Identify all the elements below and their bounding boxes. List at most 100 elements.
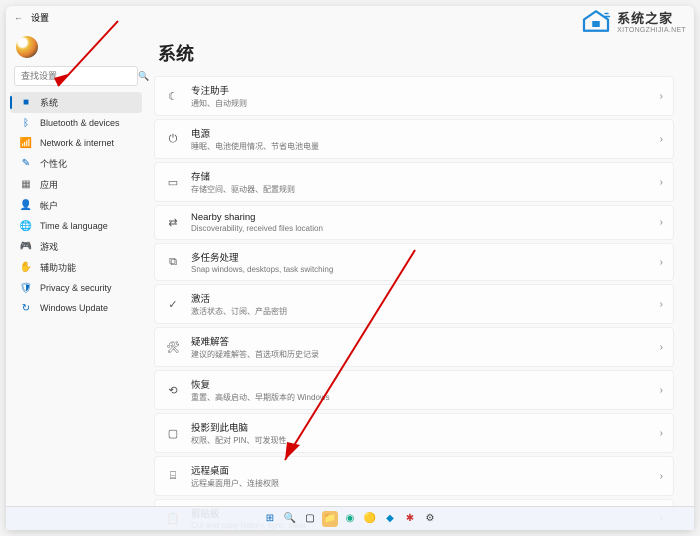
card-title: 存储 <box>191 169 660 183</box>
card-subtitle: 建议的疑难解答、首选项和历史记录 <box>191 349 660 360</box>
taskview-icon[interactable]: ▢ <box>302 511 318 527</box>
nav-label: Network & internet <box>40 138 114 148</box>
settings-card-9[interactable]: ⌸ 远程桌面远程桌面用户、连接权限› <box>154 456 674 496</box>
card-subtitle: 睡眠、电池使用情况、节省电池电量 <box>191 141 660 152</box>
card-icon: 🛠 <box>165 341 181 354</box>
card-title: 疑难解答 <box>191 334 660 348</box>
card-icon: ⟲ <box>165 384 181 397</box>
nav-icon: ᛒ <box>20 117 32 129</box>
page-title: 系统 <box>158 40 674 66</box>
settings-card-7[interactable]: ⟲恢复重置、高级启动、早期版本的 Windows› <box>154 370 674 410</box>
nav-label: 帐户 <box>40 199 58 212</box>
settings-list: ☾专注助手通知、自动规则›⏻电源睡眠、电池使用情况、节省电池电量›▭存储存储空间… <box>154 76 674 530</box>
card-title: 多任务处理 <box>191 250 660 264</box>
explorer-icon[interactable]: 📁 <box>322 511 338 527</box>
card-title: 投影到此电脑 <box>191 420 660 434</box>
nav-label: Time & language <box>40 221 108 231</box>
card-icon: ▢ <box>165 427 181 440</box>
nav-icon: 🎮 <box>20 241 32 253</box>
card-icon: ▭ <box>165 176 181 189</box>
chrome-icon[interactable]: 🟡 <box>362 511 378 527</box>
content: 🔍 ■ 系统 ᛒ Bluetooth & devices 📶 Network & inte… <box>6 28 694 530</box>
search-input[interactable] <box>21 71 138 81</box>
taskbar[interactable]: ⊞ 🔍 ▢ 📁 ◉ 🟡 ◆ ✱ ⚙ <box>6 506 694 530</box>
nav-item-9[interactable]: 🛡Privacy & security <box>10 278 142 298</box>
app-icon[interactable]: ◆ <box>382 511 398 527</box>
nav-icon: ✎ <box>20 158 32 170</box>
card-icon: ✓ <box>165 298 181 311</box>
nav-item-6[interactable]: 🌐 Time & language <box>10 216 142 236</box>
chevron-right-icon: › <box>660 471 663 482</box>
settings-window: ← 设置 🔍 ■ 系统 ᛒ Bluetooth & devices 📶 Network &… <box>6 6 694 530</box>
card-icon: ⇄ <box>165 216 181 229</box>
nav-icon: 🛡 <box>20 282 32 294</box>
nav-item-1[interactable]: ᛒ Bluetooth & devices <box>10 113 142 133</box>
watermark-logo-icon <box>581 9 611 33</box>
card-subtitle: Snap windows, desktops, task switching <box>191 265 660 274</box>
nav-item-10[interactable]: ↻Windows Update <box>10 298 142 318</box>
nav-icon: ▦ <box>20 179 32 191</box>
card-subtitle: 通知、自动规则 <box>191 98 660 109</box>
search-box[interactable]: 🔍 <box>14 66 138 86</box>
card-icon: ☾ <box>165 90 181 103</box>
card-subtitle: Discoverability, received files location <box>191 224 660 233</box>
card-subtitle: 权限、配对 PIN、可发现性 <box>191 435 660 446</box>
nav-icon: 📶 <box>20 137 32 149</box>
settings-card-3[interactable]: ⇄ Nearby sharingDiscoverability, received… <box>154 205 674 240</box>
nav-icon: 🌐 <box>20 220 32 232</box>
app-icon[interactable]: ✱ <box>402 511 418 527</box>
chevron-right-icon: › <box>660 217 663 228</box>
nav-list: ■ 系统 ᛒ Bluetooth & devices 📶 Network & intern… <box>6 92 146 318</box>
card-subtitle: 重置、高级启动、早期版本的 Windows <box>191 392 660 403</box>
card-title: 远程桌面 <box>191 463 660 477</box>
nav-icon: ■ <box>20 97 32 109</box>
card-subtitle: 远程桌面用户、连接权限 <box>191 478 660 489</box>
start-icon[interactable]: ⊞ <box>262 511 278 527</box>
watermark-url: XITONGZHIJIA.NET <box>617 27 686 34</box>
edge-icon[interactable]: ◉ <box>342 511 358 527</box>
card-title: 专注助手 <box>191 83 660 97</box>
card-icon: ⧉ <box>165 256 181 269</box>
nav-item-2[interactable]: 📶 Network & internet <box>10 133 142 153</box>
search-icon[interactable]: 🔍 <box>282 511 298 527</box>
chevron-right-icon: › <box>660 342 663 353</box>
settings-card-5[interactable]: ✓ 激活激活状态、订阅、产品密钥› <box>154 284 674 324</box>
back-arrow-icon[interactable]: ← <box>14 12 23 22</box>
user-avatar[interactable] <box>16 36 38 58</box>
main-panel: 系统 ☾专注助手通知、自动规则›⏻电源睡眠、电池使用情况、节省电池电量›▭存储存… <box>146 28 694 530</box>
card-title: 电源 <box>191 126 660 140</box>
nav-label: 辅助功能 <box>40 261 76 274</box>
card-subtitle: 激活状态、订阅、产品密钥 <box>191 306 660 317</box>
settings-card-0[interactable]: ☾ 专注助手通知、自动规则› <box>154 76 674 116</box>
nav-item-5[interactable]: 👤帐户 <box>10 195 142 216</box>
nav-label: 系统 <box>40 96 58 109</box>
nav-label: 个性化 <box>40 157 67 170</box>
settings-card-2[interactable]: ▭存储存储空间、驱动器、配置规则› <box>154 162 674 202</box>
window-title: 设置 <box>31 11 49 24</box>
chevron-right-icon: › <box>660 428 663 439</box>
settings-card-4[interactable]: ⧉ 多任务处理Snap windows, desktops, task switc… <box>154 243 674 281</box>
card-title: 激活 <box>191 291 660 305</box>
chevron-right-icon: › <box>660 134 663 145</box>
chevron-right-icon: › <box>660 91 663 102</box>
card-title: 恢复 <box>191 377 660 391</box>
settings-icon[interactable]: ⚙ <box>422 511 438 527</box>
settings-card-8[interactable]: ▢ 投影到此电脑权限、配对 PIN、可发现性› <box>154 413 674 453</box>
settings-card-6[interactable]: 🛠 疑难解答建议的疑难解答、首选项和历史记录› <box>154 327 674 367</box>
card-icon: ⌸ <box>165 470 181 483</box>
chevron-right-icon: › <box>660 299 663 310</box>
nav-item-7[interactable]: 🎮游戏 <box>10 236 142 257</box>
chevron-right-icon: › <box>660 177 663 188</box>
sidebar: 🔍 ■ 系统 ᛒ Bluetooth & devices 📶 Network & inte… <box>6 28 146 530</box>
nav-label: Windows Update <box>40 303 108 313</box>
nav-icon: ✋ <box>20 262 32 274</box>
nav-item-0[interactable]: ■ 系统 <box>10 92 142 113</box>
card-title: Nearby sharing <box>191 212 660 223</box>
settings-card-1[interactable]: ⏻ 电源睡眠、电池使用情况、节省电池电量› <box>154 119 674 159</box>
nav-label: 应用 <box>40 178 58 191</box>
nav-item-8[interactable]: ✋ 辅助功能 <box>10 257 142 278</box>
nav-item-3[interactable]: ✎ 个性化 <box>10 153 142 174</box>
card-icon: ⏻ <box>165 133 181 146</box>
nav-label: Bluetooth & devices <box>40 118 120 128</box>
nav-item-4[interactable]: ▦ 应用 <box>10 174 142 195</box>
